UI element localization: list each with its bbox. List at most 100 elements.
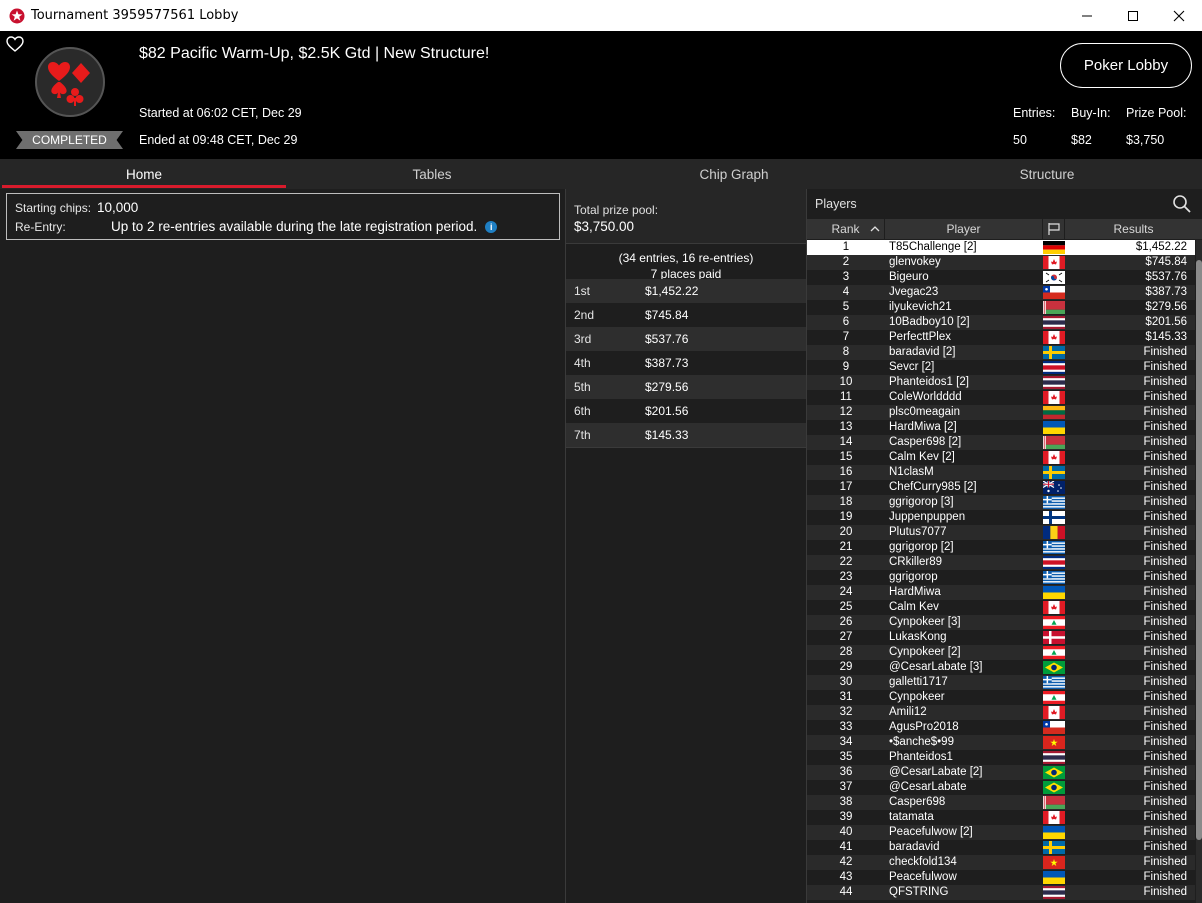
player-row[interactable]: 29 @CesarLabate [3] Finished: [807, 660, 1195, 675]
player-name: Plutus7077: [889, 526, 947, 538]
player-name: Cynpokeer [2]: [889, 646, 961, 658]
tab-chip-graph[interactable]: Chip Graph: [576, 159, 892, 189]
country-flag-icon: [1043, 240, 1065, 255]
starting-chips-value: 10,000: [97, 200, 139, 215]
player-row[interactable]: 18 ggrigorop [3] Finished: [807, 495, 1195, 510]
player-row[interactable]: 39 tatamata Finished: [807, 810, 1195, 825]
player-row[interactable]: 2 glenvokey $745.84: [807, 255, 1195, 270]
player-row[interactable]: 17 ChefCurry985 [2] Finished: [807, 480, 1195, 495]
player-rank: 27: [839, 631, 853, 643]
player-row[interactable]: 30 galletti1717 Finished: [807, 675, 1195, 690]
player-row[interactable]: 34 •$anche$•99 Finished: [807, 735, 1195, 750]
player-row[interactable]: 44 QFSTRING Finished: [807, 885, 1195, 900]
player-row[interactable]: 32 Amili12 Finished: [807, 705, 1195, 720]
player-row[interactable]: 43 Peacefulwow Finished: [807, 870, 1195, 885]
player-row[interactable]: 15 Calm Kev [2] Finished: [807, 450, 1195, 465]
player-row[interactable]: 11 ColeWorldddd Finished: [807, 390, 1195, 405]
player-row[interactable]: 36 @CesarLabate [2] Finished: [807, 765, 1195, 780]
favorite-heart-icon[interactable]: [6, 36, 24, 52]
payout-amount: $537.76: [645, 332, 689, 346]
prize-pool-total: $3,750.00: [574, 219, 635, 234]
player-result: Finished: [1143, 466, 1187, 478]
player-result: Finished: [1143, 421, 1187, 433]
player-row[interactable]: 10 Phanteidos1 [2] Finished: [807, 375, 1195, 390]
country-column-header[interactable]: [1043, 219, 1065, 239]
player-row[interactable]: 12 plsc0meagain Finished: [807, 405, 1195, 420]
player-row[interactable]: 13 HardMiwa [2] Finished: [807, 420, 1195, 435]
close-button[interactable]: [1156, 0, 1202, 31]
player-rank: 44: [839, 886, 853, 898]
poker-lobby-button[interactable]: Poker Lobby: [1060, 43, 1192, 88]
player-name: @CesarLabate [3]: [889, 661, 983, 673]
player-row[interactable]: 23 ggrigorop Finished: [807, 570, 1195, 585]
player-result: Finished: [1143, 496, 1187, 508]
player-row[interactable]: 25 Calm Kev Finished: [807, 600, 1195, 615]
player-row[interactable]: 38 Casper698 Finished: [807, 795, 1195, 810]
player-row[interactable]: 20 Plutus7077 Finished: [807, 525, 1195, 540]
country-flag-icon: [1043, 615, 1065, 630]
player-result: $145.33: [1145, 331, 1187, 343]
maximize-button[interactable]: [1110, 0, 1156, 31]
payout-row: 3rd $537.76: [566, 327, 806, 351]
player-name: Casper698: [889, 796, 946, 808]
country-flag-icon: [1043, 555, 1065, 570]
player-name: tatamata: [889, 811, 934, 823]
search-icon[interactable]: [1172, 194, 1192, 214]
player-row[interactable]: 16 N1clasM Finished: [807, 465, 1195, 480]
player-row[interactable]: 28 Cynpokeer [2] Finished: [807, 645, 1195, 660]
payout-place: 2nd: [574, 308, 595, 322]
player-row[interactable]: 8 baradavid [2] Finished: [807, 345, 1195, 360]
player-name: QFSTRING: [889, 886, 949, 898]
player-rank: 3: [842, 271, 850, 283]
tab-structure[interactable]: Structure: [892, 159, 1202, 189]
payout-place: 1st: [574, 284, 591, 298]
reentry-value: Up to 2 re-entries available during the …: [111, 219, 478, 234]
player-row[interactable]: 35 Phanteidos1 Finished: [807, 750, 1195, 765]
payout-row: 5th $279.56: [566, 375, 806, 399]
player-row[interactable]: 41 baradavid Finished: [807, 840, 1195, 855]
country-flag-icon: [1043, 810, 1065, 825]
player-rank: 14: [839, 436, 853, 448]
player-result: Finished: [1143, 841, 1187, 853]
player-name: @CesarLabate: [889, 781, 967, 793]
player-row[interactable]: 24 HardMiwa Finished: [807, 585, 1195, 600]
player-row[interactable]: 1 T85Challenge [2] $1,452.22: [807, 240, 1195, 255]
rank-column-header[interactable]: Rank: [807, 219, 885, 239]
player-row[interactable]: 40 Peacefulwow [2] Finished: [807, 825, 1195, 840]
tab-tables[interactable]: Tables: [288, 159, 576, 189]
player-name: HardMiwa [2]: [889, 421, 957, 433]
player-row[interactable]: 19 Juppenpuppen Finished: [807, 510, 1195, 525]
player-row[interactable]: 33 AgusPro2018 Finished: [807, 720, 1195, 735]
player-row[interactable]: 3 Bigeuro $537.76: [807, 270, 1195, 285]
player-row[interactable]: 7 PerfecttPlex $145.33: [807, 330, 1195, 345]
player-row[interactable]: 26 Cynpokeer [3] Finished: [807, 615, 1195, 630]
player-rank: 9: [842, 361, 850, 373]
player-row[interactable]: 6 10Badboy10 [2] $201.56: [807, 315, 1195, 330]
player-column-header[interactable]: Player: [885, 219, 1043, 239]
results-column-header[interactable]: Results: [1065, 219, 1202, 239]
player-row[interactable]: 9 Sevcr [2] Finished: [807, 360, 1195, 375]
card-suits-icon: [48, 62, 90, 106]
player-result: $537.76: [1145, 271, 1187, 283]
player-row[interactable]: 42 checkfold134 Finished: [807, 855, 1195, 870]
player-row[interactable]: 31 Cynpokeer Finished: [807, 690, 1195, 705]
player-row[interactable]: 22 CRkiller89 Finished: [807, 555, 1195, 570]
info-icon[interactable]: i: [485, 221, 498, 233]
players-scrollbar[interactable]: [1196, 240, 1202, 903]
player-row[interactable]: 37 @CesarLabate Finished: [807, 780, 1195, 795]
player-row[interactable]: 5 ilyukevich21 $279.56: [807, 300, 1195, 315]
player-row[interactable]: 4 Jvegac23 $387.73: [807, 285, 1195, 300]
country-flag-icon: [1043, 855, 1065, 870]
tab-home[interactable]: Home: [0, 159, 288, 189]
player-result: Finished: [1143, 481, 1187, 493]
player-row[interactable]: 21 ggrigorop [2] Finished: [807, 540, 1195, 555]
country-flag-icon: [1043, 735, 1065, 750]
player-name: CRkiller89: [889, 556, 943, 568]
scrollbar-thumb[interactable]: [1196, 260, 1202, 840]
payout-amount: $1,452.22: [645, 284, 699, 298]
minimize-button[interactable]: [1064, 0, 1110, 31]
prize-pool-header: Total prize pool: $3,750.00: [566, 189, 806, 244]
player-row[interactable]: 27 LukasKong Finished: [807, 630, 1195, 645]
player-row[interactable]: 14 Casper698 [2] Finished: [807, 435, 1195, 450]
entries-label: Entries:: [1013, 106, 1056, 120]
